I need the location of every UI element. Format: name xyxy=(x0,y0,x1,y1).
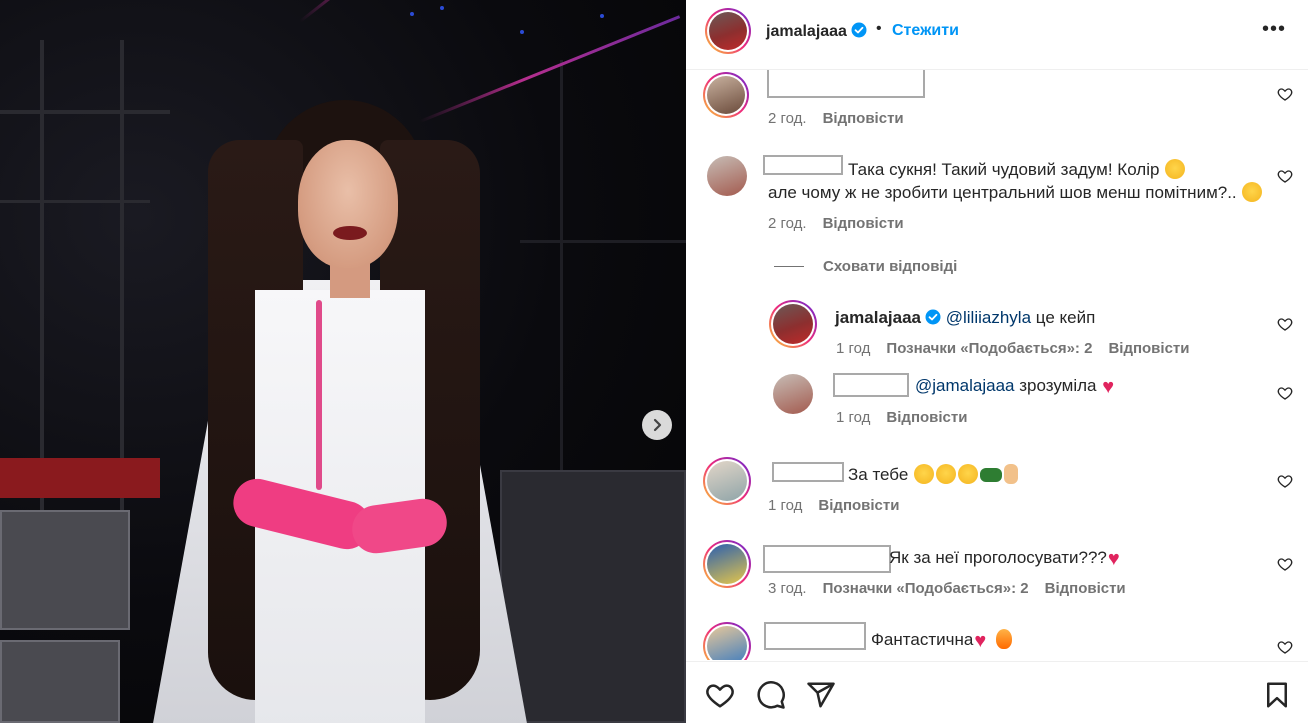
comment-text: За тебе xyxy=(848,463,1019,486)
comment-meta: 3 год. Позначки «Подобається»: 2 Відпові… xyxy=(768,580,1126,597)
post-sidebar: jamalajaaa • Стежити ••• 2 год. Відповіс… xyxy=(686,0,1308,723)
post-photo[interactable] xyxy=(0,0,686,723)
redacted-username xyxy=(763,545,891,573)
commenter-avatar[interactable] xyxy=(703,540,751,588)
reply-button[interactable]: Відповісти xyxy=(823,215,904,232)
stage-light-dot xyxy=(520,30,524,34)
road-case xyxy=(0,640,120,723)
mention-link[interactable]: @liliiazhyla xyxy=(946,308,1031,327)
reply-text: @jamalajaaa зрозуміла ♥ xyxy=(915,374,1123,397)
like-comment-icon[interactable] xyxy=(1277,86,1293,102)
road-case-red xyxy=(0,458,160,498)
comment-meta: 1 год Відповісти xyxy=(768,497,900,514)
redacted-username xyxy=(772,462,844,482)
verified-badge-icon xyxy=(925,309,941,325)
commenter-avatar[interactable] xyxy=(703,72,749,118)
red-heart-emoji-icon: ♥ xyxy=(1102,376,1115,398)
reply-button[interactable]: Відповісти xyxy=(1108,340,1189,357)
commenter-avatar[interactable] xyxy=(707,156,747,196)
sad-face-emoji-icon xyxy=(1242,182,1263,202)
likes-count-button[interactable]: Позначки «Подобається»: 2 xyxy=(823,580,1029,597)
pink-lace xyxy=(316,300,322,490)
reply-button[interactable]: Відповісти xyxy=(1045,580,1126,597)
verified-badge-icon xyxy=(851,22,867,38)
lips xyxy=(333,226,367,240)
scaffold-bar xyxy=(520,240,686,243)
scaffold-pole xyxy=(120,40,124,520)
reply-username[interactable]: jamalajaaa xyxy=(835,308,921,327)
road-case xyxy=(500,470,686,723)
commenter-avatar[interactable] xyxy=(703,622,751,660)
heart-eyes-emoji-icon xyxy=(1165,159,1186,179)
mention-link[interactable]: @jamalajaaa xyxy=(915,376,1014,395)
more-options-icon[interactable]: ••• xyxy=(1262,18,1286,41)
reply-meta: 1 год Позначки «Подобається»: 2 Відповіс… xyxy=(836,340,1190,357)
commenter-avatar[interactable] xyxy=(703,457,751,505)
reply-author-avatar[interactable] xyxy=(769,300,817,348)
race-car-emoji-icon xyxy=(980,468,1003,482)
ok-hand-emoji-icon xyxy=(1004,464,1019,484)
reply-author-avatar[interactable] xyxy=(773,374,813,414)
redacted-username xyxy=(767,70,925,98)
post-action-bar xyxy=(686,661,1308,723)
post-header: jamalajaaa • Стежити ••• xyxy=(686,0,1308,70)
divider-line xyxy=(774,266,804,267)
follow-button[interactable]: Стежити xyxy=(892,22,959,40)
chevron-right-icon xyxy=(653,418,662,432)
stage-light-dot xyxy=(410,12,414,16)
red-heart-emoji-icon: ♥ xyxy=(974,630,987,652)
author-avatar[interactable] xyxy=(705,8,751,54)
like-comment-icon[interactable] xyxy=(1277,473,1293,489)
like-comment-icon[interactable] xyxy=(1277,316,1293,332)
likes-count-button[interactable]: Позначки «Подобається»: 2 xyxy=(886,340,1092,357)
comment-text: Як за неї проголосувати???♥ xyxy=(889,546,1129,569)
redacted-username xyxy=(763,155,843,175)
comments-list[interactable]: 2 год. Відповісти Така сукня! Такий чудо… xyxy=(686,70,1308,660)
like-comment-icon[interactable] xyxy=(1277,168,1293,184)
comment-text: Фантастична♥ xyxy=(871,628,1013,651)
reply-button[interactable]: Відповісти xyxy=(886,409,967,426)
reply-button[interactable]: Відповісти xyxy=(818,497,899,514)
scaffold-bar xyxy=(0,200,150,203)
like-comment-icon[interactable] xyxy=(1277,639,1293,655)
like-comment-icon[interactable] xyxy=(1277,556,1293,572)
comment-text-line2: але чому ж не зробити центральний шов ме… xyxy=(768,181,1263,204)
stage-light-dot xyxy=(600,14,604,18)
separator-dot: • xyxy=(876,20,882,37)
scaffold-bar xyxy=(0,110,170,114)
comment-text: Така сукня! Такий чудовий задум! Колір xyxy=(848,158,1186,181)
red-heart-emoji-icon: ♥ xyxy=(1107,548,1120,570)
fire-emoji-icon xyxy=(996,629,1013,649)
redacted-username xyxy=(764,622,866,650)
comment-meta: 2 год. Відповісти xyxy=(768,215,904,232)
smiling-hearts-emoji-icon xyxy=(958,464,979,484)
reply-meta: 1 год Відповісти xyxy=(836,409,968,426)
paper-plane-icon[interactable] xyxy=(806,680,836,710)
heart-outline-icon[interactable] xyxy=(705,680,735,710)
comment-bubble-icon[interactable] xyxy=(756,680,786,710)
face xyxy=(298,140,398,268)
comment-meta: 2 год. Відповісти xyxy=(768,110,904,127)
stage-light-dot xyxy=(440,6,444,10)
road-case xyxy=(0,510,130,630)
like-comment-icon[interactable] xyxy=(1277,385,1293,401)
reply-button[interactable]: Відповісти xyxy=(823,110,904,127)
next-photo-button[interactable] xyxy=(642,410,672,440)
author-username[interactable]: jamalajaaa xyxy=(766,22,867,41)
reply-text: jamalajaaa @liliiazhyla це кейп xyxy=(835,308,1096,327)
redacted-username xyxy=(833,373,909,397)
smiling-hearts-emoji-icon xyxy=(936,464,957,484)
bookmark-icon[interactable] xyxy=(1262,680,1292,710)
smiling-hearts-emoji-icon xyxy=(914,464,935,484)
hide-replies-button[interactable]: Сховати відповіді xyxy=(823,258,957,275)
